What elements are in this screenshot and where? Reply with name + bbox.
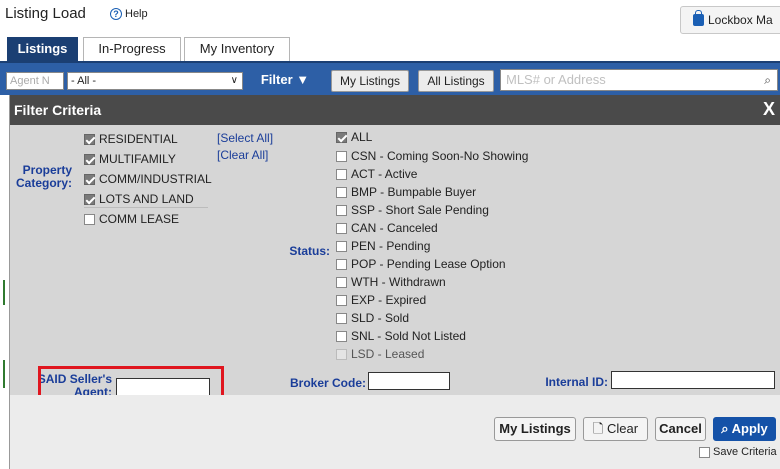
checkbox [336, 348, 347, 360]
checkbox[interactable] [84, 133, 95, 145]
my-listings-toolbar-button[interactable]: My Listings [331, 70, 409, 92]
status-option-ssp[interactable]: SSP - Short Sale Pending [336, 203, 489, 217]
checkbox[interactable] [336, 330, 347, 342]
checkbox[interactable] [84, 193, 95, 205]
status-option-pop[interactable]: POP - Pending Lease Option [336, 257, 506, 271]
tab-listings[interactable]: Listings [7, 37, 78, 61]
cancel-button[interactable]: Cancel [655, 417, 706, 441]
dialog-title: Filter Criteria [14, 102, 102, 118]
checkbox[interactable] [336, 131, 347, 143]
all-listings-button[interactable]: All Listings [418, 70, 494, 92]
tab-bar: Listings In-Progress My Inventory [0, 37, 780, 63]
checkbox[interactable] [336, 168, 347, 180]
category-option-residential[interactable]: RESIDENTIAL [84, 132, 178, 146]
agent-select[interactable]: - All - ∨ [67, 72, 243, 90]
row-indicator [3, 360, 5, 388]
app-header: Listing Load ? Help Lockbox Ma [0, 0, 780, 34]
mls-search-input[interactable]: MLS# or Address ⌕ [500, 69, 778, 91]
search-icon[interactable]: ⌕ [764, 70, 771, 90]
category-option-lots-and-land[interactable]: LOTS AND LAND [84, 192, 194, 206]
search-icon: ⌕ [721, 421, 729, 436]
status-option-csn[interactable]: CSN - Coming Soon-No Showing [336, 149, 528, 163]
divider [84, 207, 208, 208]
broker-code-label: Broker Code: [289, 376, 366, 390]
checkbox[interactable] [336, 222, 347, 234]
checkbox[interactable] [336, 276, 347, 288]
clear-all-link[interactable]: [Clear All] [217, 148, 268, 162]
dialog-header: Filter Criteria X [10, 95, 780, 125]
help-icon: ? [110, 8, 122, 20]
filter-bar: Agent N - All - ∨ Filter ▼ My Listings A… [0, 63, 780, 95]
help-label: Help [125, 8, 148, 20]
app-title: Listing Load [5, 5, 86, 22]
tab-in-progress[interactable]: In-Progress [83, 37, 181, 61]
checkbox[interactable] [336, 150, 347, 162]
checkbox[interactable] [84, 213, 95, 225]
status-option-bmp[interactable]: BMP - Bumpable Buyer [336, 185, 476, 199]
save-criteria-option[interactable]: Save Criteria [699, 446, 777, 458]
checkbox[interactable] [336, 294, 347, 306]
background-page-edge [0, 95, 9, 469]
dialog-footer: My Listings 🗋 Clear Cancel ⌕ Apply Save … [10, 395, 780, 469]
internal-id-input[interactable] [611, 371, 775, 389]
checkbox[interactable] [84, 153, 95, 165]
status-option-pen[interactable]: PEN - Pending [336, 239, 430, 253]
status-label: Status: [289, 244, 330, 258]
category-option-multifamily[interactable]: MULTIFAMILY [84, 152, 176, 166]
agent-select-value: - All - [71, 75, 97, 87]
status-option-wth[interactable]: WTH - Withdrawn [336, 275, 446, 289]
help-link[interactable]: ? Help [110, 8, 148, 20]
search-placeholder: MLS# or Address [506, 72, 606, 87]
filter-criteria-dialog: Filter Criteria X Property Category: RES… [9, 95, 780, 469]
property-category-label: Property Category: [15, 163, 72, 190]
checkbox[interactable] [336, 204, 347, 216]
checkbox[interactable] [336, 240, 347, 252]
broker-code-input[interactable] [368, 372, 450, 390]
status-option-all[interactable]: ALL [336, 130, 372, 144]
checkbox[interactable] [699, 446, 710, 458]
document-icon: 🗋 [592, 421, 604, 436]
filter-toggle-button[interactable]: Filter ▼ [246, 69, 324, 93]
chevron-down-icon: ∨ [230, 75, 238, 86]
agent-name-input[interactable]: Agent N [6, 72, 64, 90]
clear-button[interactable]: 🗋 Clear [583, 417, 648, 441]
status-option-exp[interactable]: EXP - Expired [336, 293, 426, 307]
category-option-comm-lease[interactable]: COMM LEASE [84, 212, 179, 226]
checkbox[interactable] [336, 312, 347, 324]
my-listings-button[interactable]: My Listings [494, 417, 576, 441]
tab-my-inventory[interactable]: My Inventory [184, 37, 290, 61]
status-option-snl[interactable]: SNL - Sold Not Listed [336, 329, 466, 343]
status-option-lsd: LSD - Leased [336, 347, 424, 361]
select-all-link[interactable]: [Select All] [217, 131, 273, 145]
close-icon[interactable]: X [763, 99, 775, 120]
lock-icon [693, 10, 704, 26]
checkbox[interactable] [84, 173, 95, 185]
lockbox-button[interactable]: Lockbox Ma [680, 6, 780, 34]
internal-id-label: Internal ID: [545, 375, 608, 389]
status-option-sld[interactable]: SLD - Sold [336, 311, 409, 325]
category-option-comm-industrial[interactable]: COMM/INDUSTRIAL [84, 172, 212, 186]
dialog-body: Property Category: RESIDENTIAL MULTIFAMI… [10, 125, 780, 410]
checkbox[interactable] [336, 258, 347, 270]
status-option-act[interactable]: ACT - Active [336, 167, 417, 181]
apply-button[interactable]: ⌕ Apply [713, 417, 776, 441]
lockbox-label: Lockbox Ma [708, 13, 773, 27]
checkbox[interactable] [336, 186, 347, 198]
row-indicator [3, 280, 5, 305]
status-option-can[interactable]: CAN - Canceled [336, 221, 438, 235]
